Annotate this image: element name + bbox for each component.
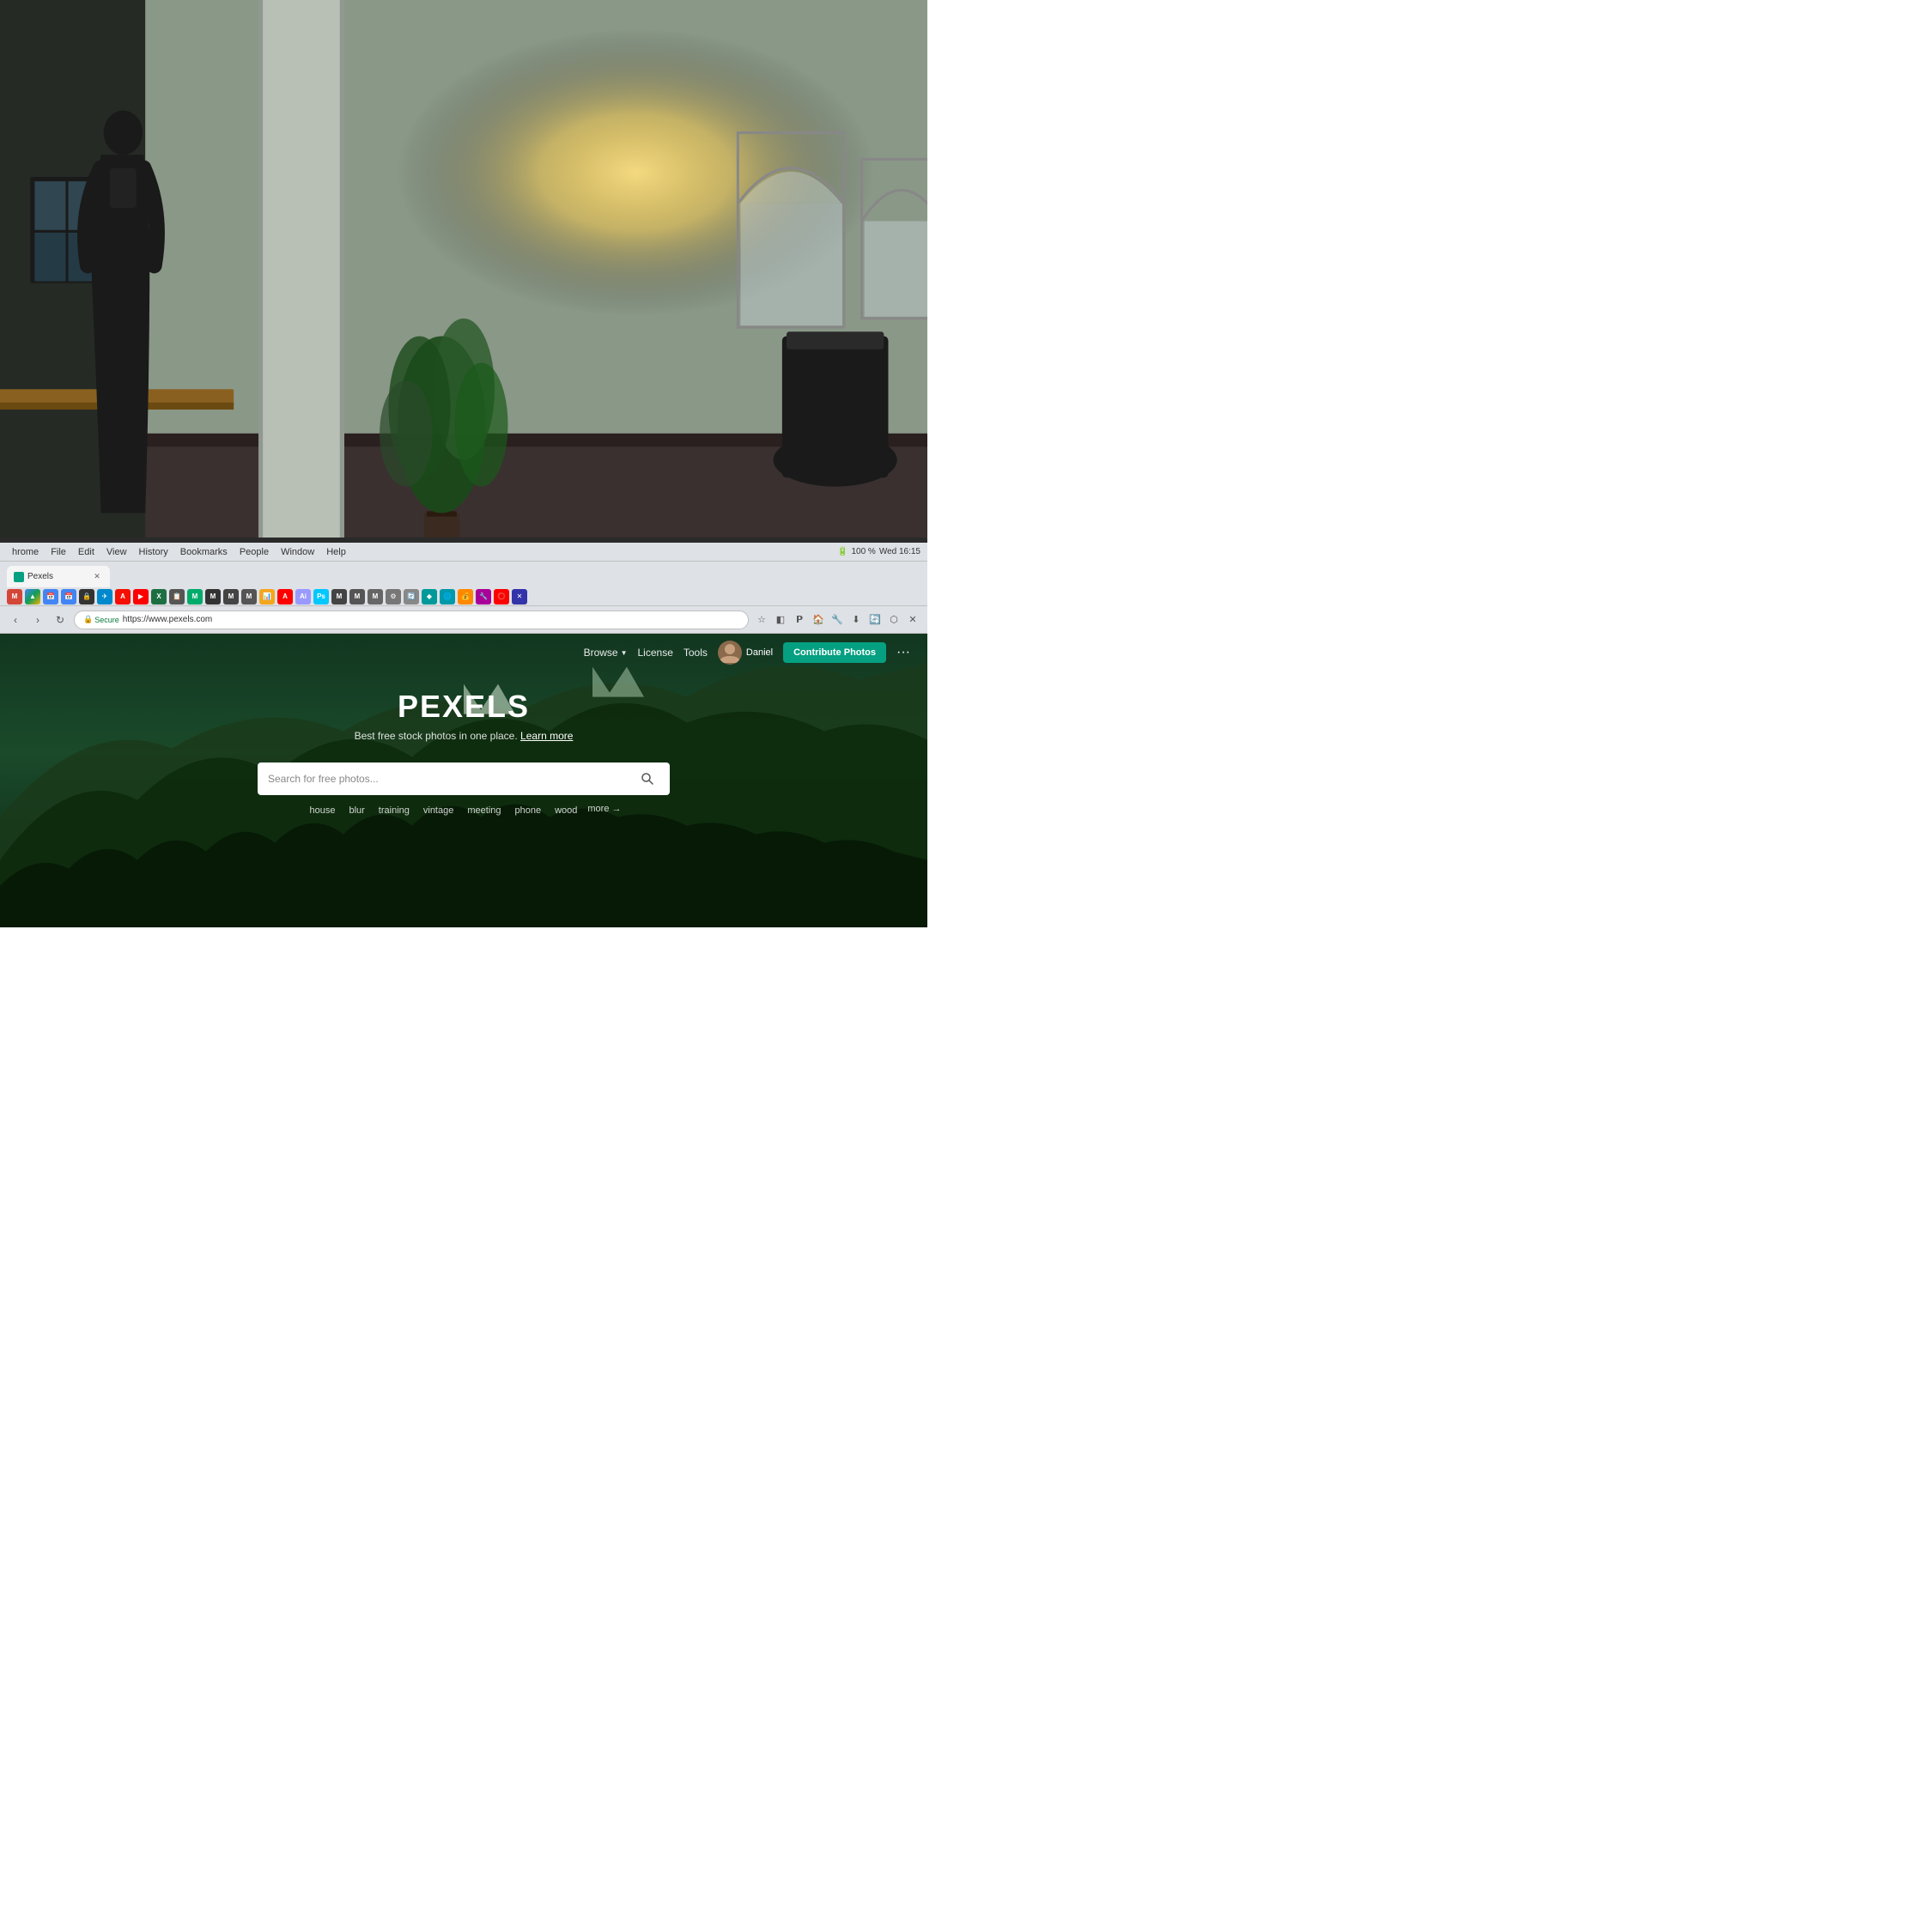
browse-nav-link[interactable]: Browse ▼ (584, 647, 628, 659)
menu-bar: hrome File Edit View History Bookmarks P… (0, 543, 927, 562)
drive-icon[interactable]: ▲ (25, 589, 40, 605)
suggestion-house[interactable]: house (306, 804, 338, 817)
menu-people[interactable]: People (234, 545, 274, 559)
pexels-website: Browse ▼ License Tools Daniel Contri (0, 634, 927, 927)
ext-diamond[interactable]: ◆ (422, 589, 437, 605)
tab-bar: Pexels ✕ (0, 562, 927, 587)
tools-nav-link[interactable]: Tools (683, 647, 708, 659)
ext-x[interactable]: ✕ (512, 589, 527, 605)
ext-url-icon1[interactable]: 🏠 (811, 612, 826, 628)
pexels-logo: PEXELS (17, 689, 910, 725)
ext-m3[interactable]: M (368, 589, 383, 605)
adobe-icon3[interactable]: Ps (313, 589, 329, 605)
adobe-icon2[interactable]: Ai (295, 589, 311, 605)
ext-url-icon2[interactable]: 🔧 (829, 612, 845, 628)
reader-icon[interactable]: ◧ (773, 612, 788, 628)
forward-button[interactable]: › (29, 611, 46, 629)
telegram-icon[interactable]: ✈ (97, 589, 112, 605)
menu-bookmarks[interactable]: Bookmarks (175, 545, 233, 559)
user-avatar (718, 641, 742, 665)
ext-url-icon3[interactable]: ⬇ (848, 612, 864, 628)
menu-edit[interactable]: Edit (73, 545, 100, 559)
search-input[interactable]: Search for free photos... (268, 773, 629, 785)
menu-view[interactable]: View (101, 545, 132, 559)
menu-window[interactable]: Window (276, 545, 319, 559)
user-name-display: Daniel (746, 647, 773, 658)
pdf-icon[interactable]: A (115, 589, 131, 605)
ext-circle[interactable]: ⭕ (494, 589, 509, 605)
suggestion-meeting[interactable]: meeting (464, 804, 504, 817)
youtube-icon[interactable]: ▶ (133, 589, 149, 605)
tab-favicon (14, 572, 24, 582)
url-text: https://www.pexels.com (123, 615, 212, 624)
medium-icon3[interactable]: M (223, 589, 239, 605)
search-suggestions: house blur training vintage meeting phon… (0, 804, 927, 817)
medium-icon1[interactable]: M (187, 589, 203, 605)
url-bar: ‹ › ↻ 🔒 Secure https://www.pexels.com ☆ … (0, 606, 927, 634)
ext-m1[interactable]: M (331, 589, 347, 605)
learn-more-link[interactable]: Learn more (520, 730, 573, 742)
menu-help[interactable]: Help (321, 545, 351, 559)
ext-refresh[interactable]: 🔄 (404, 589, 419, 605)
pexels-hero: PEXELS Best free stock photos in one pla… (0, 671, 927, 762)
ext-icon3[interactable]: 🔒 (79, 589, 94, 605)
menu-chrome[interactable]: hrome (7, 545, 44, 559)
more-suggestions-link[interactable]: more → (587, 804, 621, 817)
secure-indicator: 🔒 Secure (83, 615, 119, 624)
menu-file[interactable]: File (46, 545, 71, 559)
ext-url-icon4[interactable]: 🔄 (867, 612, 883, 628)
adobe-icon1[interactable]: A (277, 589, 293, 605)
suggestion-wood[interactable]: wood (551, 804, 580, 817)
menu-history[interactable]: History (134, 545, 173, 559)
battery-percent: 100 % (851, 547, 875, 556)
excel-icon[interactable]: X (151, 589, 167, 605)
medium-icon2[interactable]: M (205, 589, 221, 605)
url-input[interactable]: 🔒 Secure https://www.pexels.com (74, 611, 749, 629)
browse-dropdown-icon: ▼ (621, 649, 628, 657)
ext-gear[interactable]: ⚙ (386, 589, 401, 605)
tab-close-button[interactable]: ✕ (91, 571, 103, 583)
back-button[interactable]: ‹ (7, 611, 24, 629)
search-bar[interactable]: Search for free photos... (258, 762, 670, 795)
battery-icon: 🔋 (837, 547, 848, 556)
tab-title: Pexels (27, 572, 88, 581)
pinterest-icon[interactable]: 𝗣 (792, 612, 807, 628)
ext-m2[interactable]: M (349, 589, 365, 605)
time-display: Wed 16:15 (879, 547, 920, 556)
clipboard-icon[interactable]: 📋 (169, 589, 185, 605)
suggestion-phone[interactable]: phone (512, 804, 545, 817)
ext-coin[interactable]: 💰 (458, 589, 473, 605)
calendar-icon1[interactable]: 📅 (43, 589, 58, 605)
medium-icon4[interactable]: M (241, 589, 257, 605)
active-tab[interactable]: Pexels ✕ (7, 566, 110, 587)
chart-icon[interactable]: 📊 (259, 589, 275, 605)
user-profile[interactable]: Daniel (718, 641, 773, 665)
calendar-icon2[interactable]: 📅 (61, 589, 76, 605)
ext-url-icon5[interactable]: ⬡ (886, 612, 902, 628)
extension-toolbar: M ▲ 📅 📅 🔒 ✈ A ▶ X 📋 M M M M 📊 A Ai Ps M … (0, 587, 927, 606)
bookmark-star-icon[interactable]: ☆ (754, 612, 769, 628)
ext-world[interactable]: 🌐 (440, 589, 455, 605)
close-tab-icon[interactable]: ✕ (905, 612, 920, 628)
suggestion-blur[interactable]: blur (345, 804, 368, 817)
suggestion-vintage[interactable]: vintage (420, 804, 457, 817)
suggestion-training[interactable]: training (375, 804, 413, 817)
contribute-photos-button[interactable]: Contribute Photos (783, 642, 886, 663)
gmail-icon[interactable]: M (7, 589, 22, 605)
reload-button[interactable]: ↻ (52, 611, 69, 629)
pexels-tagline: Best free stock photos in one place. Lea… (17, 730, 910, 742)
license-nav-link[interactable]: License (638, 647, 673, 659)
ext-tool[interactable]: 🔧 (476, 589, 491, 605)
system-icons: 🔋 100 % Wed 16:15 (837, 547, 920, 556)
pexels-nav: Browse ▼ License Tools Daniel Contri (0, 634, 927, 671)
search-submit-button[interactable] (635, 767, 659, 791)
more-options-button[interactable]: ··· (896, 645, 910, 660)
